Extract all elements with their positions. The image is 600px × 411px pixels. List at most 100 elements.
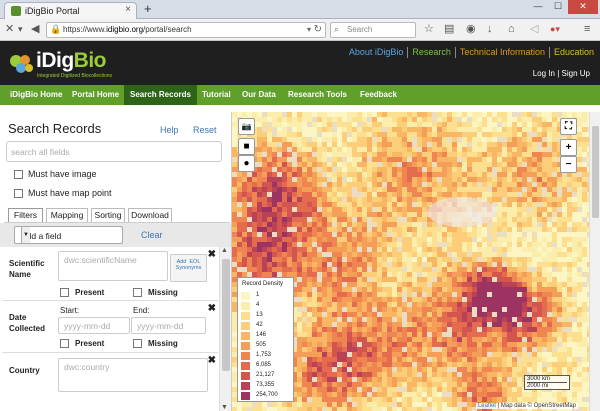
add-eol-synonyms-button[interactable]: Add EOL Synonyms xyxy=(170,254,207,282)
lock-icon: 🔒 xyxy=(50,24,62,34)
browser-search-box[interactable]: ⌕ Search xyxy=(330,22,416,38)
reset-link[interactable]: Reset xyxy=(193,125,217,135)
chevron-down-icon: ▼ xyxy=(21,227,30,243)
reload-icon[interactable]: ↻ xyxy=(314,24,322,35)
logo-tagline: Integrated Digitized Biocollections xyxy=(37,73,113,79)
must-have-map-point-label: Must have map point xyxy=(28,188,112,198)
tab-mapping[interactable]: Mapping xyxy=(46,208,88,222)
date-missing-label: Missing xyxy=(148,339,178,348)
must-have-map-point-checkbox[interactable] xyxy=(14,189,23,198)
clear-link[interactable]: Clear xyxy=(141,230,163,240)
date-missing-checkbox[interactable] xyxy=(133,339,142,348)
draw-circle-icon[interactable]: ● xyxy=(238,155,255,172)
zoom-in-button[interactable]: + xyxy=(560,139,577,156)
close-window-icon[interactable]: ✕ xyxy=(568,0,598,14)
bookmark-star-icon[interactable]: ☆ xyxy=(424,22,434,36)
menu-search-records[interactable]: Search Records xyxy=(124,85,197,105)
menu-idigbio-home[interactable]: iDigBio Home xyxy=(4,85,68,105)
legend-item: 146 xyxy=(241,331,293,340)
country-label: Country xyxy=(9,366,40,375)
main-menu-bar: iDigBio Home Portal Home Search Records … xyxy=(0,85,600,105)
sciname-present-label: Present xyxy=(75,288,105,297)
camera-icon[interactable]: 📷 xyxy=(238,118,255,135)
scientific-name-input[interactable]: dwc:scientificName xyxy=(58,251,168,281)
scroll-up-icon[interactable]: ▲ xyxy=(221,247,228,254)
new-tab-button[interactable]: + xyxy=(144,1,152,16)
end-date-input[interactable]: yyyy-mm-dd xyxy=(131,317,206,334)
close-tab-icon[interactable]: × xyxy=(125,4,131,15)
nav-about[interactable]: About iDigBio xyxy=(345,47,409,58)
tab-sorting[interactable]: Sorting xyxy=(91,208,125,222)
addon-icon[interactable]: ●▾ xyxy=(550,22,560,36)
nav-research[interactable]: Research xyxy=(408,47,456,58)
date-present-label: Present xyxy=(75,339,105,348)
legend-value: 6,085 xyxy=(256,362,272,368)
menu-feedback[interactable]: Feedback xyxy=(354,85,403,105)
scientific-name-label: Scientific Name xyxy=(9,259,45,279)
hamburger-menu-icon[interactable]: ≡ xyxy=(584,22,590,36)
legend-swatch xyxy=(241,302,250,310)
close-icon[interactable]: ✖ xyxy=(208,249,216,260)
login-link[interactable]: Log In xyxy=(533,69,555,78)
close-icon[interactable]: ✖ xyxy=(208,303,216,314)
end-label: End: xyxy=(133,306,150,315)
tab-download[interactable]: Download xyxy=(128,208,172,222)
legend-item: 4 xyxy=(241,301,293,310)
start-date-input[interactable]: yyyy-mm-dd xyxy=(58,317,130,334)
url-bar[interactable]: 🔒 https://www.idigbio.org/portal/search … xyxy=(46,22,326,38)
sciname-missing-label: Missing xyxy=(148,288,178,297)
help-link[interactable]: Help xyxy=(160,125,179,135)
menu-our-data[interactable]: Our Data xyxy=(236,85,282,105)
sciname-missing-checkbox[interactable] xyxy=(133,288,142,297)
url-text[interactable]: https://www.idigbio.org/portal/search xyxy=(63,25,192,34)
legend-swatch xyxy=(241,342,250,350)
search-all-fields-input[interactable]: search all fields xyxy=(6,141,222,162)
close-icon[interactable]: ✖ xyxy=(208,355,216,366)
must-have-image-checkbox[interactable] xyxy=(14,170,23,179)
browser-tab[interactable]: iDigBio Portal × xyxy=(4,2,137,19)
sciname-present-checkbox[interactable] xyxy=(60,288,69,297)
page-scrollbar-thumb[interactable] xyxy=(592,126,599,218)
record-density-map[interactable]: 📷 ■ ● ⛶ + − Record Density 1 4 13 42 146 505 1… xyxy=(232,112,600,411)
nav-education[interactable]: Education xyxy=(550,47,598,58)
send-icon[interactable]: ◁ xyxy=(530,22,538,36)
country-input[interactable]: dwc:country xyxy=(58,358,208,392)
menu-extension-icon[interactable]: ✕ xyxy=(5,22,14,36)
date-present-checkbox[interactable] xyxy=(60,339,69,348)
menu-research-tools[interactable]: Research Tools xyxy=(282,85,353,105)
leaflet-link[interactable]: Leaflet xyxy=(478,403,496,409)
tab-filters[interactable]: Filters xyxy=(8,208,43,222)
legend-value: 4 xyxy=(256,302,260,308)
downloads-icon[interactable]: ↓ xyxy=(487,22,493,36)
logo-text[interactable]: iDigBio xyxy=(36,49,107,73)
top-nav: About iDigBio Research Technical Informa… xyxy=(345,47,598,58)
dropdown-icon[interactable]: ▾ xyxy=(18,22,23,36)
date-collected-label: Date Collected xyxy=(9,313,46,333)
legend-item: 6,085 xyxy=(241,361,293,370)
zoom-out-button[interactable]: − xyxy=(560,156,577,173)
must-have-image-label: Must have image xyxy=(28,169,97,179)
menu-portal-home[interactable]: Portal Home xyxy=(66,85,125,105)
scroll-down-icon[interactable]: ▼ xyxy=(221,404,228,411)
url-dropdown-icon[interactable]: ▾ xyxy=(307,25,311,34)
home-icon[interactable]: ⌂ xyxy=(508,22,515,36)
page-scrollbar[interactable] xyxy=(589,112,600,411)
reading-list-icon[interactable]: ▤ xyxy=(444,22,454,36)
idigbio-logo-icon xyxy=(10,55,33,73)
signup-link[interactable]: Sign Up xyxy=(562,69,590,78)
pocket-icon[interactable]: ◉ xyxy=(466,22,476,36)
add-field-select[interactable]: Add a field ▼ xyxy=(14,226,123,244)
filters-scrollbar[interactable]: ▲ ▼ xyxy=(219,247,231,411)
menu-tutorial[interactable]: Tutorial xyxy=(196,85,237,105)
maximize-icon[interactable]: ☐ xyxy=(548,0,568,14)
legend-title: Record Density xyxy=(242,281,284,287)
back-icon[interactable]: ◀ xyxy=(31,22,39,36)
scrollbar-thumb[interactable] xyxy=(222,259,230,371)
legend-item: 505 xyxy=(241,341,293,350)
fullscreen-icon[interactable]: ⛶ xyxy=(560,118,577,135)
legend-item: 21,127 xyxy=(241,371,293,380)
minimize-icon[interactable]: — xyxy=(528,0,548,14)
legend-swatch xyxy=(241,382,250,390)
nav-technical-information[interactable]: Technical Information xyxy=(456,47,550,58)
draw-rectangle-icon[interactable]: ■ xyxy=(238,138,255,155)
